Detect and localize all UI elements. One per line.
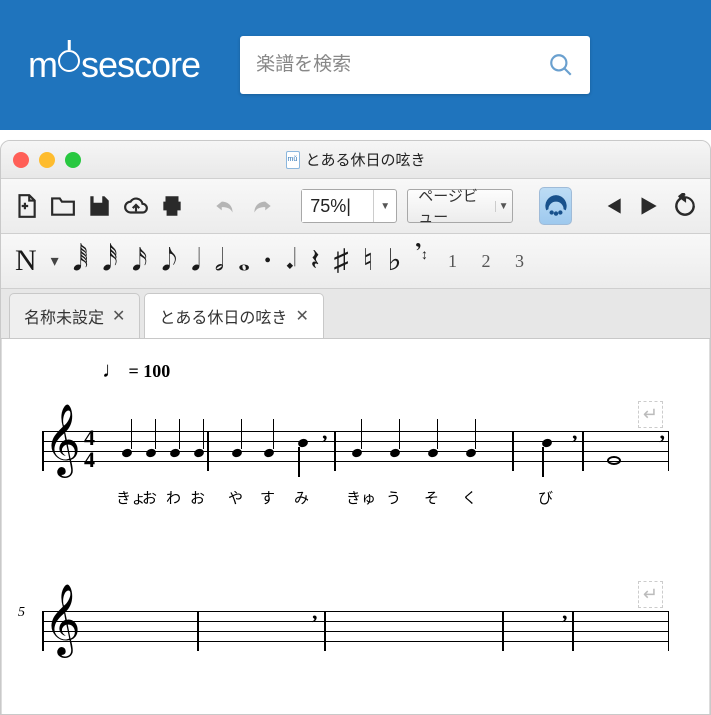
- site-header: m sescore: [0, 0, 711, 130]
- time-signature[interactable]: 4 4: [84, 427, 95, 471]
- save-button[interactable]: [86, 189, 113, 223]
- rewind-button[interactable]: [598, 189, 625, 223]
- note-quarter-button[interactable]: 𝅘𝅥: [191, 246, 201, 276]
- system-break-icon[interactable]: ↵: [638, 581, 663, 608]
- window-title: とある休日の呟き: [285, 149, 425, 170]
- lyric[interactable]: そ: [424, 487, 439, 508]
- tab-label: 名称未設定: [24, 304, 104, 328]
- redo-button[interactable]: [248, 189, 275, 223]
- zoom-control[interactable]: ▼: [301, 189, 397, 223]
- logo[interactable]: m sescore: [28, 44, 200, 86]
- main-toolbar: ▼ ページビュー ▼: [1, 179, 710, 234]
- note-toolbar: N ▾ 𝅘𝅥𝅱 𝅘𝅥𝅰 𝅘𝅥𝅯 𝅘𝅥𝅮 𝅘𝅥 𝅗𝅥 𝅝 • 𝆺𝅥 𝄽 ♯ ♮ ♭…: [1, 234, 710, 289]
- minimize-button[interactable]: [39, 152, 55, 168]
- staff-system-1[interactable]: ↵ 𝄞 4 4 , , ,: [42, 401, 669, 521]
- mixer-button[interactable]: [539, 187, 572, 225]
- note-64th-button[interactable]: 𝅘𝅥𝅱: [73, 246, 89, 276]
- cloud-upload-button[interactable]: [123, 189, 150, 223]
- lyric[interactable]: く: [462, 487, 477, 508]
- document-tabstrip: 名称未設定 ✕ とある休日の呟き ✕: [1, 289, 710, 339]
- score-canvas[interactable]: ♩ = 100 ↵ 𝄞 4 4 , , ,: [1, 339, 710, 715]
- loop-button[interactable]: [671, 189, 698, 223]
- titlebar: とある休日の呟き: [1, 141, 710, 179]
- time-sig-top: 4: [84, 427, 95, 449]
- augmentation-dot-button[interactable]: •: [264, 251, 271, 271]
- lyric[interactable]: お: [190, 487, 205, 508]
- note-input-dropdown-icon[interactable]: ▾: [51, 251, 59, 271]
- treble-clef-icon: 𝄞: [44, 589, 81, 651]
- staff-system-2[interactable]: 5 ↵ 𝄞 , ,: [42, 581, 669, 701]
- close-button[interactable]: [13, 152, 29, 168]
- natural-button[interactable]: ♮: [363, 246, 374, 276]
- breath-mark-icon[interactable]: ,: [312, 599, 318, 625]
- measure-number: 5: [18, 605, 25, 621]
- search-box[interactable]: [240, 36, 590, 94]
- view-mode-label: ページビュー: [418, 185, 486, 227]
- zoom-dropdown-icon[interactable]: ▼: [374, 190, 396, 222]
- window-title-text: とある休日の呟き: [305, 149, 425, 170]
- logo-note-icon: [58, 50, 80, 72]
- time-sig-bot: 4: [84, 449, 95, 471]
- lyric[interactable]: び: [538, 487, 553, 508]
- note-input-mode-button[interactable]: N: [15, 246, 37, 276]
- lyric[interactable]: きゅ: [346, 487, 376, 508]
- lyric[interactable]: お: [142, 487, 157, 508]
- sharp-button[interactable]: ♯: [334, 246, 349, 276]
- print-button[interactable]: [159, 189, 186, 223]
- search-icon[interactable]: [548, 52, 574, 78]
- view-mode-dropdown[interactable]: ページビュー ▼: [407, 189, 512, 223]
- logo-text-post: sescore: [81, 44, 200, 86]
- note-16th-button[interactable]: 𝅘𝅥𝅯: [132, 246, 148, 276]
- tempo-note-icon: ♩: [102, 357, 124, 382]
- close-icon[interactable]: ✕: [295, 306, 308, 326]
- logo-text-pre: m: [28, 44, 57, 86]
- treble-clef-icon: 𝄞: [44, 409, 81, 471]
- flip-button[interactable]: 𝄒↕: [416, 246, 429, 276]
- lyric[interactable]: わ: [166, 487, 181, 508]
- zoom-input[interactable]: [302, 190, 374, 222]
- tie-button[interactable]: 𝆺𝅥: [285, 246, 296, 276]
- lyric[interactable]: す: [260, 487, 275, 508]
- lyric[interactable]: や: [228, 487, 243, 508]
- tab-current-score[interactable]: とある休日の呟き ✕: [144, 293, 323, 338]
- note-8th-button[interactable]: 𝅘𝅥𝅮: [161, 246, 177, 276]
- app-window: とある休日の呟き ▼ ページビュー: [0, 140, 711, 715]
- view-mode-caret-icon[interactable]: ▼: [495, 201, 512, 212]
- lyric[interactable]: み: [294, 487, 309, 508]
- breath-mark-icon[interactable]: ,: [562, 599, 568, 625]
- breath-mark-icon[interactable]: ,: [572, 419, 578, 445]
- open-folder-button[interactable]: [50, 189, 77, 223]
- tempo-marking[interactable]: ♩ = 100: [102, 357, 669, 383]
- search-input[interactable]: [256, 54, 548, 76]
- lyric[interactable]: う: [386, 487, 401, 508]
- tempo-value: = 100: [129, 361, 171, 381]
- breath-mark-icon[interactable]: ,: [322, 419, 328, 445]
- note-half-button[interactable]: 𝅗𝅥: [215, 246, 225, 276]
- window-controls: [13, 152, 81, 168]
- tab-label: とある休日の呟き: [159, 304, 287, 328]
- close-icon[interactable]: ✕: [112, 306, 125, 326]
- play-button[interactable]: [635, 189, 662, 223]
- voice-buttons[interactable]: 1 2 3: [442, 251, 534, 272]
- note-32nd-button[interactable]: 𝅘𝅥𝅰: [102, 246, 118, 276]
- undo-button[interactable]: [212, 189, 239, 223]
- flat-button[interactable]: ♭: [387, 246, 401, 276]
- rest-button[interactable]: 𝄽: [310, 246, 319, 276]
- tab-untitled[interactable]: 名称未設定 ✕: [9, 293, 140, 338]
- note-whole-button[interactable]: 𝅝: [238, 246, 250, 276]
- document-icon: [285, 151, 299, 169]
- new-file-button[interactable]: [13, 189, 40, 223]
- breath-mark-icon[interactable]: ,: [660, 419, 666, 445]
- maximize-button[interactable]: [65, 152, 81, 168]
